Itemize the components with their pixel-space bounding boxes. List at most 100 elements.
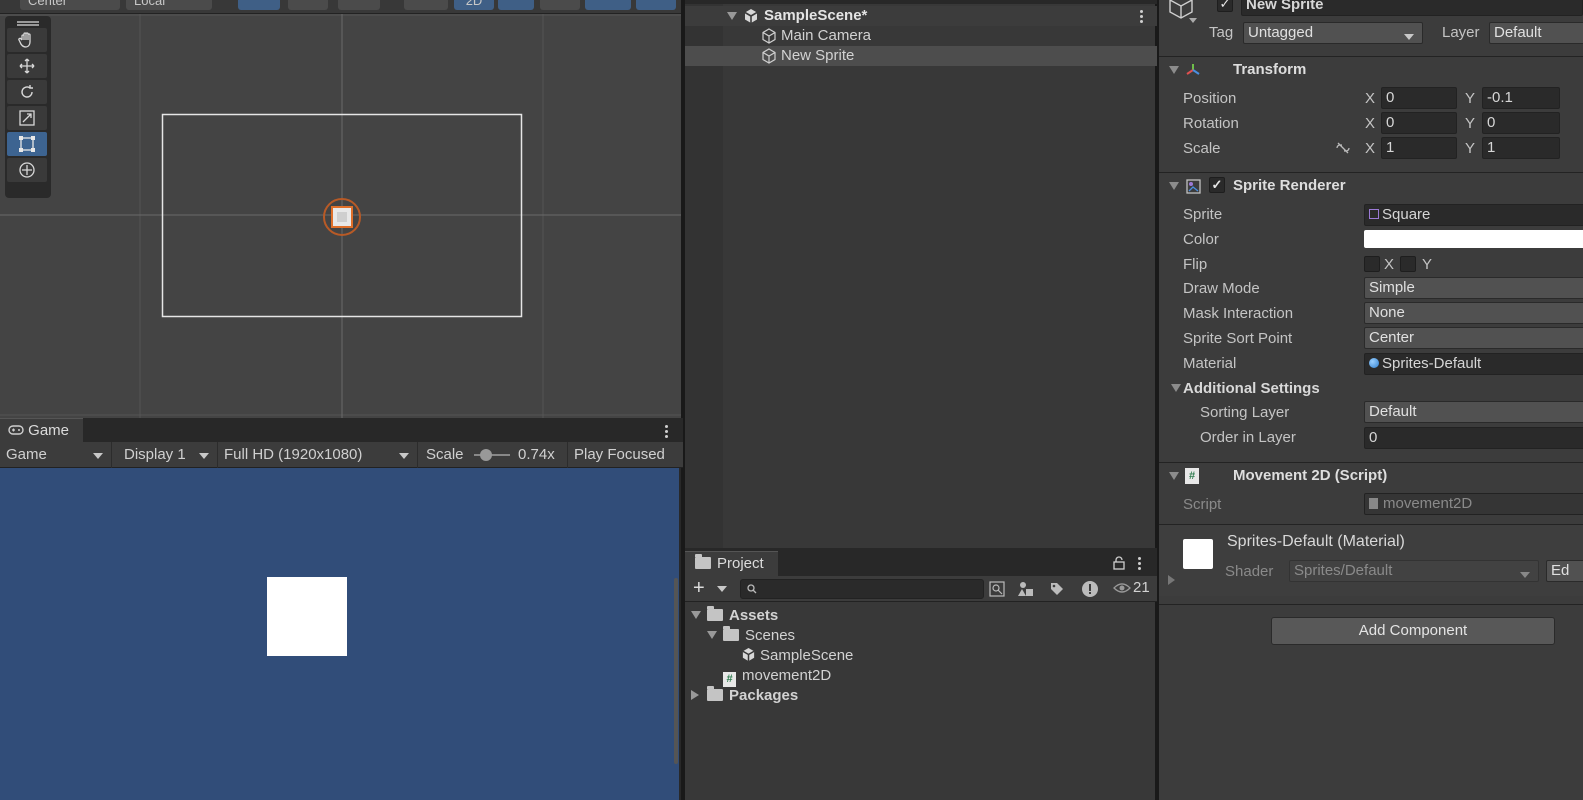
game-view: Game Game Display 1 Full HD (1920x1080) … [0,418,683,800]
collapse-icon[interactable] [691,690,699,700]
lighting-toggle[interactable] [498,0,534,10]
active-checkbox[interactable]: ✓ [1217,0,1233,12]
scene-search-button[interactable] [636,0,676,10]
color-field[interactable] [1364,230,1583,248]
project-tab[interactable]: Project [685,551,778,576]
expand-icon[interactable] [691,611,701,619]
move-tool-icon[interactable] [7,54,47,78]
2d-toggle[interactable]: 2D [454,0,494,10]
audio-toggle[interactable] [540,0,580,10]
rotate-tool-icon[interactable] [7,80,47,104]
position-x-field[interactable]: 0 [1381,87,1457,109]
shader-dropdown[interactable]: Sprites/Default [1289,560,1539,582]
sort-point-dropdown[interactable]: Center [1364,327,1583,349]
sprite-renderer-header[interactable]: ✓ Sprite Renderer [1159,172,1583,198]
filter-by-type-icon[interactable] [1017,580,1035,598]
resolution-dropdown[interactable]: Full HD (1920x1080) [218,442,418,468]
edit-shader-button[interactable]: Ed [1546,560,1583,582]
script-component-header[interactable]: # Movement 2D (Script) [1159,462,1583,488]
game-canvas[interactable] [0,468,679,800]
scene-view[interactable]: Center Local 2D [0,0,683,418]
foldout-icon[interactable] [1169,66,1179,74]
game-options-icon[interactable] [665,430,668,433]
transform-tool-icon[interactable] [7,158,47,182]
sprite-renderer-icon [1186,179,1201,194]
increment-snap-button[interactable] [338,0,380,10]
scale-y-field[interactable]: 1 [1482,137,1560,159]
create-button[interactable]: + [693,578,727,598]
draw-mode-dropdown[interactable]: Simple [1364,277,1583,299]
game-mode-dropdown[interactable]: Game [0,442,112,468]
expand-icon[interactable] [727,12,737,20]
layer-dropdown[interactable]: Default [1489,22,1583,44]
rotation-y-field[interactable]: 0 [1482,112,1560,134]
foldout-icon[interactable] [1169,472,1179,480]
add-component-button[interactable]: Add Component [1271,617,1555,645]
rect-tool-icon[interactable] [7,132,47,156]
scale-x-field[interactable]: 1 [1381,137,1457,159]
folder-packages[interactable]: Packages [691,686,798,706]
material-field[interactable]: Sprites-Default [1364,353,1583,375]
additional-settings-foldout[interactable]: Additional Settings [1159,378,1583,400]
flip-y-checkbox[interactable] [1400,256,1416,272]
hierarchy-item-main-camera[interactable]: Main Camera [685,26,1157,46]
sprite-field[interactable]: Square [1364,204,1583,226]
project-search[interactable] [740,579,984,599]
eye-icon[interactable] [1113,582,1131,594]
icon-dropdown-icon[interactable] [1189,18,1197,23]
draw-mode-button[interactable] [404,0,448,10]
game-tab[interactable]: Game [0,418,84,443]
sprite-asset-icon [1369,209,1379,219]
script-icon: # [723,672,736,687]
expand-icon[interactable] [707,631,717,639]
material-title: Sprites-Default (Material) [1227,533,1405,550]
tool-palette [5,16,51,198]
space-dropdown[interactable]: Local [126,0,212,10]
transform-header[interactable]: Transform [1159,56,1583,82]
panel-divider[interactable] [1157,0,1159,800]
order-in-layer-field[interactable]: 0 [1364,427,1583,449]
palette-grip[interactable] [7,18,49,26]
asset-samplescene[interactable]: SampleScene [741,646,853,666]
rotation-x-field[interactable]: 0 [1381,112,1457,134]
asset-movement2d[interactable]: # movement2D [723,666,831,687]
tag-dropdown[interactable]: Untagged [1243,22,1423,44]
mask-interaction-dropdown[interactable]: None [1364,302,1583,324]
play-mode-dropdown[interactable]: Play Focused [568,442,679,468]
folder-icon [707,686,723,701]
position-y-field[interactable]: -0.1 [1482,87,1560,109]
warning-filter-icon[interactable] [1081,580,1099,598]
hidden-count: 21 [1133,579,1150,596]
game-scrollbar[interactable] [674,578,678,764]
folder-scenes[interactable]: Scenes [707,626,795,646]
pivot-dropdown[interactable]: Center [20,0,120,10]
sorting-layer-dropdown[interactable]: Default [1364,401,1583,423]
foldout-icon[interactable] [1169,182,1179,190]
rotation-label: Rotation [1183,115,1239,132]
foldout-icon[interactable] [1171,384,1181,392]
effects-toggle[interactable] [585,0,631,10]
scale-slider-handle[interactable] [480,449,492,461]
hierarchy-item-new-sprite[interactable]: New Sprite [685,46,1157,66]
unity-scene-icon [744,9,758,23]
sprite-renderer-enabled-checkbox[interactable]: ✓ [1209,177,1225,193]
display-dropdown[interactable]: Display 1 [112,442,218,468]
flip-x-checkbox[interactable] [1364,256,1380,272]
material-foldout-icon[interactable] [1168,575,1175,585]
lock-icon[interactable] [1113,556,1125,570]
label-icon[interactable] [1049,581,1065,597]
view-tool-icon[interactable] [7,28,47,52]
unlink-icon[interactable] [1335,141,1351,155]
scale-tool-icon[interactable] [7,106,47,130]
panel-divider[interactable] [683,0,685,800]
project-options-icon[interactable] [1138,562,1141,565]
hierarchy-gutter [685,0,723,548]
search-by-type-icon[interactable] [989,581,1005,597]
folder-assets[interactable]: Assets [691,606,778,626]
snap-button[interactable] [238,0,280,10]
scene-menu-icon[interactable] [1140,15,1143,18]
search-input[interactable] [759,580,979,598]
scene-row[interactable]: SampleScene* [685,6,1157,26]
grid-snap-button[interactable] [288,0,328,10]
object-name-field[interactable]: New Sprite [1241,0,1583,16]
